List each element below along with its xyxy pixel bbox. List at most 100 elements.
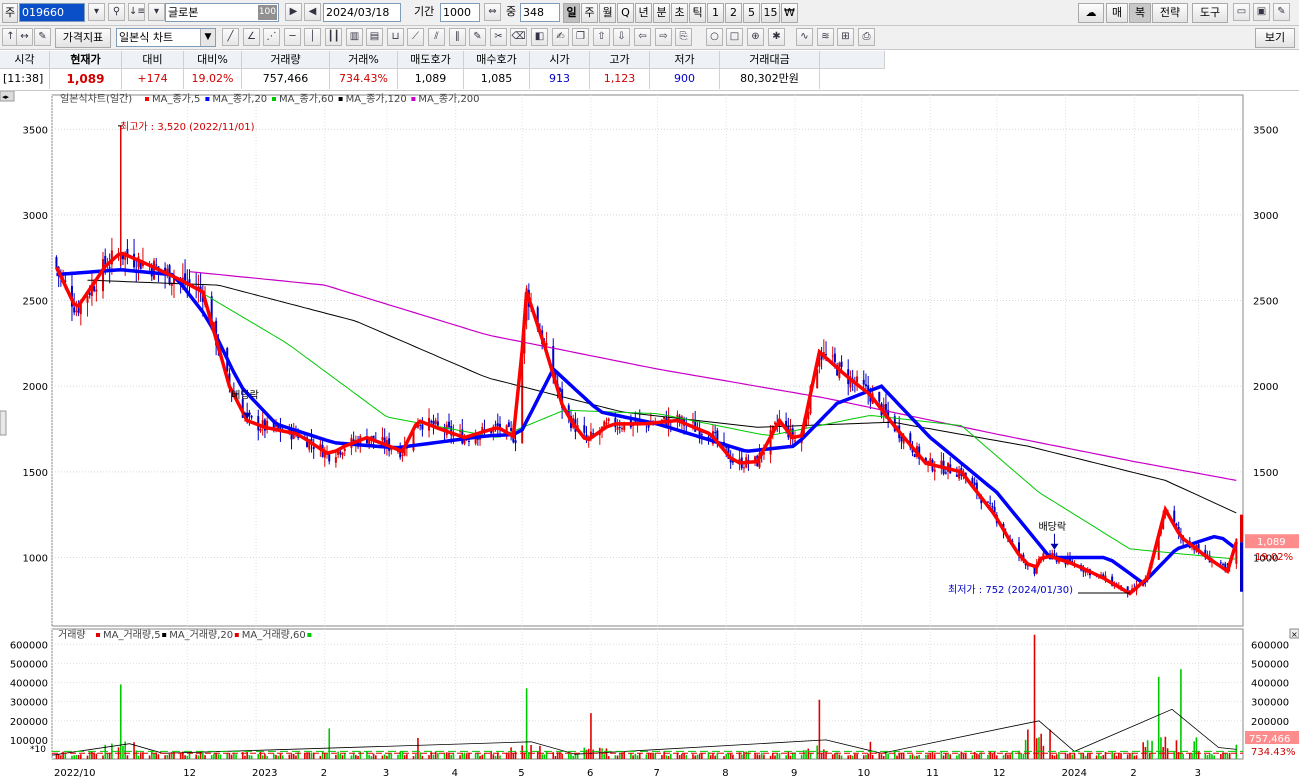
volume-bar [696,754,699,759]
print-tool-icon[interactable]: ⎙ [858,28,875,46]
volume-bar [166,754,169,759]
timeframe-button[interactable]: ₩ [781,3,798,23]
volume-bar [1042,745,1045,759]
up-tool-icon[interactable]: ⇧ [593,28,610,46]
volume-bar [701,752,703,759]
quote-value-bid: 1,085 [464,69,530,89]
note-tool-icon[interactable]: ✍ [552,28,569,46]
history-dropdown-icon[interactable]: ▾ [148,3,165,21]
volume-bar [1073,753,1076,759]
down-tool-icon[interactable]: ⇩ [613,28,630,46]
table-tool-icon[interactable]: ▤ [366,28,383,46]
timeframe-button[interactable]: 15 [761,3,780,23]
candle-body [155,264,158,266]
panel-toggle-glyph: ◂▸ [2,93,10,101]
prev-icon[interactable]: ◀ [304,3,321,21]
volume-bar [1102,755,1105,759]
hline-tool-icon[interactable]: ─ [284,28,301,46]
bracket-tool-icon[interactable]: ⊔ [387,28,404,46]
stock-code-input[interactable]: 019660 [19,3,85,22]
fan-tool-icon[interactable]: ⋰ [263,28,280,46]
volume-bar [723,756,725,759]
trend-tool-icon[interactable]: ⟋ [407,28,424,46]
expand-icon[interactable]: ↔ [16,28,33,46]
timeframe-button[interactable]: 일 [563,3,580,23]
copy-tool-icon[interactable]: ❐ [572,28,589,46]
wave-tool-icon[interactable]: ≋ [817,28,834,46]
parallel-tool-icon[interactable]: ∥ [449,28,466,46]
cross-tool-icon[interactable]: ✱ [768,28,785,46]
search-icon[interactable]: ⚲ [108,3,125,21]
volume-bar [368,754,370,759]
date-input[interactable]: 2024/03/18 [323,3,401,22]
save-icon[interactable]: ▣ [1253,3,1270,21]
timeframe-button[interactable]: 년 [635,3,652,23]
candle-body [1053,553,1056,556]
timeframe-button[interactable]: 주 [581,3,598,23]
left-tool-icon[interactable]: ⇦ [634,28,651,46]
quote-header-trade-value: 거래대금 [720,51,820,69]
zoom-tool-icon[interactable]: ⊕ [747,28,764,46]
timeframe-button[interactable]: 초 [671,3,688,23]
chart-type-select[interactable]: 일본식 차트 ▼ [116,28,216,47]
strategy-button[interactable]: 전략 [1152,3,1188,23]
view-button[interactable]: 보기 [1255,28,1295,48]
circle-tool-icon[interactable]: ○ [706,28,723,46]
stock-name-field[interactable]: 글로본 100 [165,3,279,22]
candle-body [840,361,843,367]
pencil-tool-icon[interactable]: ✎ [469,28,486,46]
volume-bar [1058,751,1060,759]
angle-tool-icon[interactable]: ∠ [243,28,260,46]
eraser-tool-icon[interactable]: ⌫ [510,28,527,46]
volume-bar [962,753,965,759]
right-tool-icon[interactable]: ⇨ [655,28,672,46]
period-tool-icon[interactable]: ┃┃ [325,28,342,46]
code-dropdown-icon[interactable]: ▾ [88,3,105,21]
volume-bar [397,754,399,759]
edit-icon[interactable]: ✎ [34,28,51,46]
timeframe-button[interactable]: 분 [653,3,670,23]
volume-bar [204,755,206,759]
timeframe-button[interactable]: Q [617,3,634,23]
legend-swatch [96,633,100,637]
tools-button[interactable]: 도구 [1192,3,1228,23]
bookmark-tool-icon[interactable]: ⎘ [675,28,692,46]
fill-tool-icon[interactable]: ◧ [531,28,548,46]
grid2-tool-icon[interactable]: ⊞ [837,28,854,46]
grid-tool-icon[interactable]: ▥ [346,28,363,46]
sort-icon[interactable]: ↓≡ [128,3,145,21]
volume-bar [1142,742,1144,759]
multi-button[interactable]: 복 [1129,3,1151,23]
period-input[interactable]: 1000 [440,3,480,22]
count-input[interactable]: 348 [520,3,560,22]
open-folder-icon[interactable]: ▭ [1233,3,1250,21]
compare-tool-icon[interactable]: ∿ [796,28,813,46]
timeframe-button[interactable]: 월 [599,3,616,23]
fit-icon[interactable]: ⇔ [484,3,501,21]
price-chart[interactable]: ◂▸ 3500 3500 3000 3000 2500 2500 2000 2000 1500 15… [0,91,1299,778]
price-tick-right: 3500 [1253,125,1278,136]
timeframe-button[interactable]: 틱 [689,3,706,23]
volume-bar [614,755,617,759]
wrench-icon[interactable]: ✎ [1273,3,1290,21]
channel-tool-icon[interactable]: ⫽ [428,28,445,46]
market-tab[interactable]: 주 [2,3,18,23]
volume-bar [554,755,557,759]
next-icon[interactable]: ▶ [285,3,302,21]
indicator-button[interactable]: 가격지표 [55,28,111,48]
cloud-button[interactable]: ☁ [1078,3,1104,23]
price-panel [51,94,1244,627]
timeframe-button[interactable]: 5 [743,3,760,23]
candle-body [607,418,610,422]
line-tool-icon[interactable]: ╱ [222,28,239,46]
timeframe-button[interactable]: 2 [725,3,742,23]
buy-button[interactable]: 매 [1106,3,1128,23]
timeframe-button[interactable]: 1 [707,3,724,23]
legend-swatch [307,633,312,637]
scissors-tool-icon[interactable]: ✂ [490,28,507,46]
rect-tool-icon[interactable]: □ [726,28,743,46]
volume-bar [106,753,109,759]
vline-tool-icon[interactable]: │ [304,28,321,46]
chevron-down-icon[interactable]: ▼ [200,29,215,46]
volume-bar [632,755,634,759]
